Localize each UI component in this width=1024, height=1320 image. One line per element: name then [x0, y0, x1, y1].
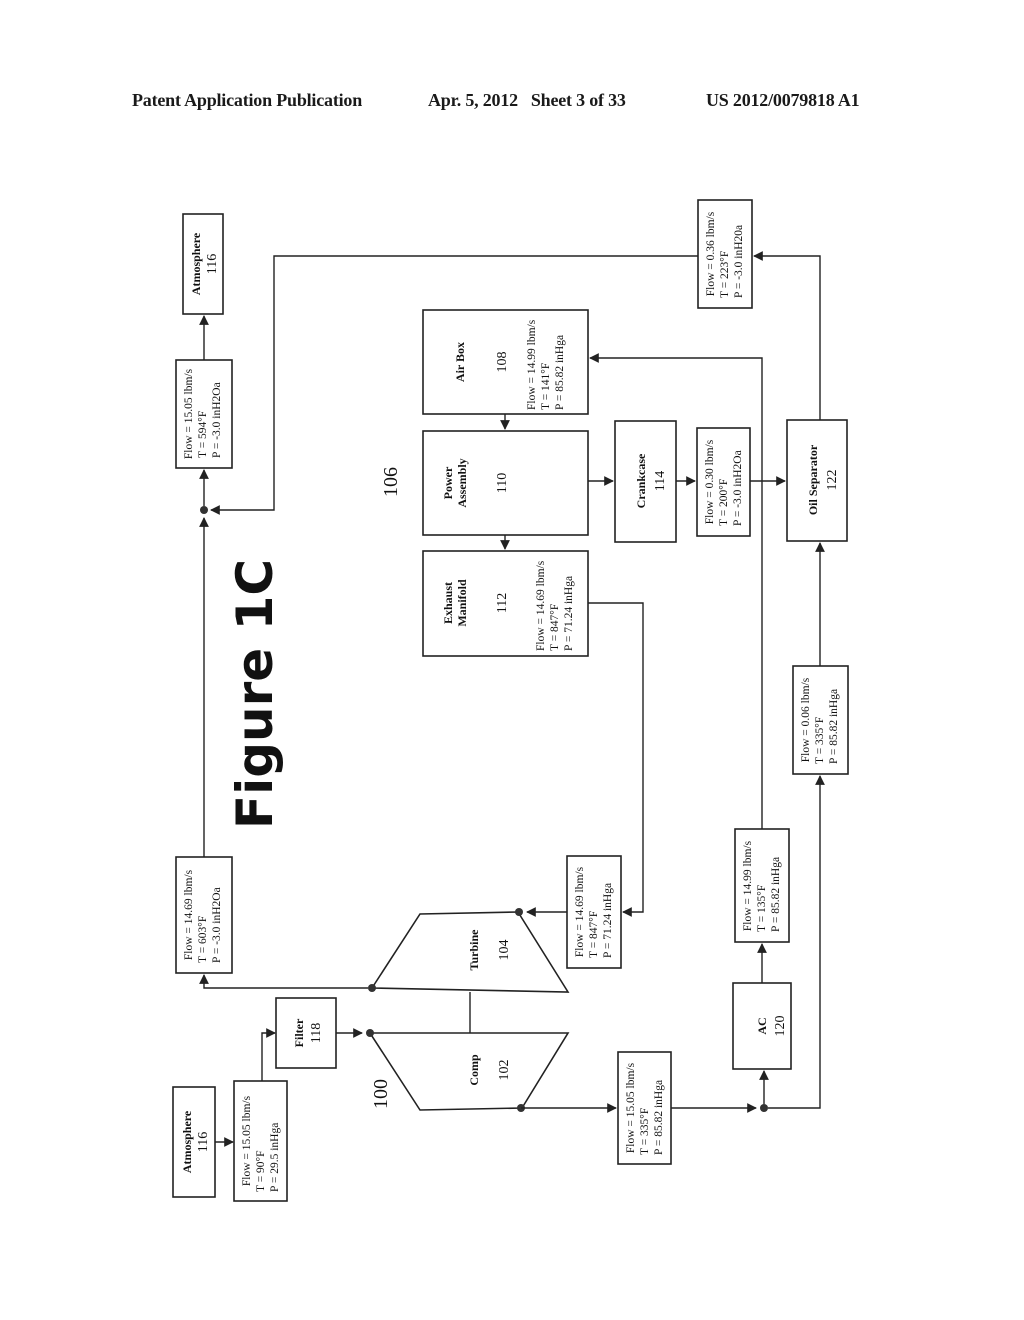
air-box-label: Air Box — [453, 342, 467, 382]
crankcase-num: 114 — [653, 471, 668, 491]
air-box-pressure: P = 85.82 inHga — [554, 335, 566, 410]
exhaust-manifold-block: Exhaust Manifold 112 Flow = 14.69 lbm/s … — [422, 550, 589, 657]
filter-num: 118 — [309, 1023, 324, 1043]
air-box-flow: Flow = 14.99 lbm/s — [526, 319, 538, 410]
ambient-inlet-flow-box: Flow = 15.05 lbm/s T = 90°F P = 29.5 inH… — [233, 1080, 288, 1202]
ambient-inlet-flow: Flow = 15.05 lbm/s — [241, 1095, 253, 1186]
air-box-temp: T = 141°F — [540, 363, 552, 410]
turbine-outlet-pressure: P = -3.0 inH2Oa — [211, 887, 223, 963]
compressor-label: Comp — [467, 1054, 481, 1086]
crankcase-label: Crankcase — [634, 453, 648, 508]
crankcase-vent-temp: T = 200°F — [718, 479, 730, 526]
separator-outlet-flow: Flow = 0.36 lbm/s — [705, 211, 717, 296]
crankcase-vent-flow: Flow = 0.30 lbm/s — [704, 439, 716, 524]
power-assembly-block: Power Assembly 110 — [422, 430, 589, 536]
exhaust-manifold-label-1: Exhaust — [441, 582, 455, 624]
compressor-outlet-temp: T = 335°F — [639, 1108, 651, 1155]
turbine-outlet-flow-box: Flow = 14.69 lbm/s T = 603°F P = -3.0 in… — [175, 856, 233, 974]
aftercooler-num: 120 — [773, 1016, 788, 1037]
separator-outlet-flow-box: Flow = 0.36 lbm/s T = 223°F P = -3.0 inH… — [697, 199, 753, 309]
turbine-label: Turbine — [467, 929, 481, 971]
filter-block: Filter 118 — [275, 997, 337, 1069]
oil-separator-num: 122 — [825, 470, 840, 491]
compressor-num: 102 — [497, 1060, 512, 1081]
figure-title: Figure 1C — [226, 559, 284, 829]
stack-exhaust-flow-box: Flow = 15.05 lbm/s T = 594°F P = -3.0 in… — [175, 359, 233, 469]
turbine-outlet-node — [368, 984, 376, 992]
split-node — [760, 1104, 768, 1112]
conn-separator-to-flowbox — [753, 251, 821, 420]
stack-exhaust-flow: Flow = 15.05 lbm/s — [183, 368, 195, 459]
turbine-inlet-flow: Flow = 14.69 lbm/s — [574, 866, 586, 957]
turbine-inlet-flow-box: Flow = 14.69 lbm/s T = 847°F P = 71.24 i… — [566, 855, 622, 969]
compressor-outlet-flow: Flow = 15.05 lbm/s — [625, 1062, 637, 1153]
conn-turbine-to-flowbox — [199, 974, 368, 989]
power-assembly-num: 110 — [495, 473, 510, 493]
engine-ref-numeral: 106 — [380, 467, 402, 497]
turbocharger-ref-numeral: 100 — [370, 1079, 392, 1109]
conn-inlet-to-filter — [261, 1028, 276, 1081]
ac-outlet-temp: T = 135°F — [756, 885, 768, 932]
ambient-inlet-pressure: P = 29.5 inHga — [269, 1123, 281, 1192]
oil-separator-block: Oil Separator 122 — [786, 419, 848, 542]
separator-outlet-pressure: P = -3.0 inH20a — [733, 225, 745, 298]
exhaust-manifold-flow: Flow = 14.69 lbm/s — [535, 560, 547, 651]
turbine-outlet-temp: T = 603°F — [197, 916, 209, 963]
exhaust-manifold-pressure: P = 71.24 inHga — [563, 576, 575, 651]
atmosphere-out-block: Atmosphere 116 — [182, 213, 224, 315]
atmosphere-out-label: Atmosphere — [189, 232, 203, 295]
separator-outlet-temp: T = 223°F — [719, 251, 731, 298]
turbine-inlet-temp: T = 847°F — [588, 911, 600, 958]
compressor-block: Comp 102 — [368, 1032, 570, 1111]
power-assembly-label-1: Power — [441, 466, 455, 499]
stack-merge-node — [200, 506, 208, 514]
compressor-outlet-pressure: P = 85.82 inHga — [653, 1080, 665, 1155]
crankcase-block: Crankcase 114 — [614, 420, 677, 543]
compressor-outlet-flow-box: Flow = 15.05 lbm/s T = 335°F P = 85.82 i… — [617, 1051, 672, 1165]
turbine-inlet-node — [515, 908, 523, 916]
ac-outlet-flow: Flow = 14.99 lbm/s — [742, 840, 754, 931]
aftercooler-block: AC 120 — [732, 982, 792, 1070]
turbine-block: Turbine 104 — [370, 911, 570, 993]
bypass-temp: T = 335°F — [814, 717, 826, 764]
power-assembly-label-2: Assembly — [455, 458, 469, 507]
atmosphere-in-block: Atmosphere 116 — [172, 1086, 216, 1198]
atmosphere-in-num: 116 — [196, 1132, 211, 1152]
ac-outlet-flow-box: Flow = 14.99 lbm/s T = 135°F P = 85.82 i… — [734, 828, 790, 943]
crankcase-vent-flow-box: Flow = 0.30 lbm/s T = 200°F P = -3.0 inH… — [696, 427, 751, 537]
atmosphere-in-label: Atmosphere — [180, 1110, 194, 1173]
filter-label: Filter — [292, 1018, 306, 1047]
oil-separator-label: Oil Separator — [806, 444, 820, 515]
exhaust-manifold-temp: T = 847°F — [549, 604, 561, 651]
turbine-num: 104 — [497, 940, 512, 961]
atmosphere-out-num: 116 — [205, 254, 220, 274]
aftercooler-label: AC — [755, 1017, 769, 1034]
flow-diagram: Atmosphere 116 Flow = 15.05 lbm/s T = 59… — [172, 199, 849, 1202]
bypass-flow-box: Flow = 0.06 lbm/s T = 335°F P = 85.82 in… — [792, 665, 849, 775]
bypass-flow: Flow = 0.06 lbm/s — [800, 677, 812, 762]
exhaust-manifold-label-2: Manifold — [455, 579, 469, 627]
crankcase-vent-pressure: P = -3.0 inH2Oa — [732, 450, 744, 526]
stack-exhaust-temp: T = 594°F — [197, 411, 209, 458]
exhaust-manifold-num: 112 — [495, 593, 510, 613]
turbine-outlet-flow: Flow = 14.69 lbm/s — [183, 869, 195, 960]
air-box-num: 108 — [495, 352, 510, 373]
turbine-inlet-pressure: P = 71.24 inHga — [602, 883, 614, 958]
compressor-inlet-node — [366, 1029, 374, 1037]
ac-outlet-pressure: P = 85.82 inHga — [770, 857, 782, 932]
stack-exhaust-pressure: P = -3.0 inH2Oa — [211, 382, 223, 458]
ambient-inlet-temp: T = 90°F — [255, 1150, 267, 1192]
air-box-block: Air Box 108 Flow = 14.99 lbm/s T = 141°F… — [422, 309, 589, 415]
bypass-pressure: P = 85.82 inHga — [828, 689, 840, 764]
